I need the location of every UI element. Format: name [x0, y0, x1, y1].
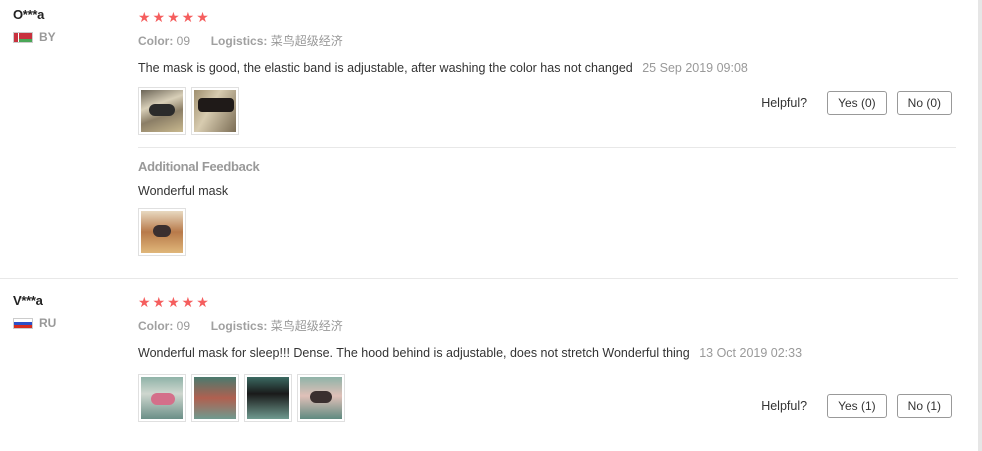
- country-code: BY: [39, 30, 56, 44]
- review-date: 25 Sep 2019 09:08: [642, 61, 748, 75]
- reviewer-name: V***a: [13, 293, 43, 308]
- russia-flag-icon: [13, 317, 33, 329]
- additional-feedback-title: Additional Feedback: [138, 159, 260, 174]
- color-label: Color:: [138, 34, 174, 48]
- logistics-label: Logistics:: [210, 34, 268, 48]
- helpful-vote: Helpful? Yes (1) No (1): [761, 394, 952, 418]
- color-label: Color:: [138, 319, 174, 333]
- review-text-block: Wonderful mask for sleep!!! Dense. The h…: [138, 344, 828, 362]
- color-value: 09: [176, 319, 191, 333]
- reviewer-country: RU: [13, 316, 123, 330]
- review-photo-thumbnail[interactable]: [191, 87, 239, 135]
- helpful-no-button[interactable]: No (0): [896, 91, 952, 115]
- helpful-label: Helpful?: [761, 96, 808, 110]
- logistics-value: 菜鸟超级经济: [270, 319, 343, 333]
- reviewer-info: V***a RU: [13, 293, 123, 330]
- helpful-yes-button[interactable]: Yes (0): [827, 91, 887, 115]
- review-content: ★★★★★ Color: 09 Logistics: 菜鸟超级经济 The ma…: [138, 8, 956, 256]
- country-code: RU: [39, 316, 57, 330]
- belarus-flag-icon: [13, 31, 33, 43]
- star-rating: ★★★★★: [138, 9, 211, 25]
- review-photo-thumbnail[interactable]: [191, 374, 239, 422]
- order-info: Color: 09 Logistics: 菜鸟超级经济: [138, 317, 956, 334]
- helpful-no-button[interactable]: No (1): [896, 394, 952, 418]
- review-photo-thumbnail[interactable]: [138, 208, 186, 256]
- review-item: V***a RU ★★★★★ Color: 09 Logistics: 菜鸟超级…: [0, 279, 958, 451]
- scrollbar[interactable]: [978, 0, 982, 451]
- reviewer-country: BY: [13, 30, 123, 44]
- additional-feedback-text: Wonderful mask: [138, 184, 229, 198]
- star-rating: ★★★★★: [138, 294, 211, 310]
- order-info: Color: 09 Logistics: 菜鸟超级经济: [138, 32, 956, 49]
- helpful-yes-button[interactable]: Yes (1): [827, 394, 887, 418]
- review-date: 13 Oct 2019 02:33: [699, 346, 803, 360]
- logistics-value: 菜鸟超级经济: [270, 34, 343, 48]
- review-text-block: The mask is good, the elastic band is ad…: [138, 59, 828, 77]
- helpful-vote: Helpful? Yes (0) No (0): [761, 91, 952, 115]
- reviewer-info: O***a BY: [13, 7, 123, 44]
- color-value: 09: [176, 34, 191, 48]
- review-photo-thumbnail[interactable]: [297, 374, 345, 422]
- logistics-label: Logistics:: [210, 319, 268, 333]
- divider: [138, 147, 956, 148]
- review-photo-thumbnail[interactable]: [244, 374, 292, 422]
- helpful-label: Helpful?: [761, 399, 808, 413]
- review-text: The mask is good, the elastic band is ad…: [138, 61, 633, 75]
- review-item: O***a BY ★★★★★ Color: 09 Logistics: 菜鸟超级…: [0, 0, 958, 279]
- review-text: Wonderful mask for sleep!!! Dense. The h…: [138, 346, 690, 360]
- review-photo-thumbnail[interactable]: [138, 87, 186, 135]
- review-photo-thumbnail[interactable]: [138, 374, 186, 422]
- additional-feedback-photos: [138, 208, 956, 256]
- reviewer-name: O***a: [13, 7, 45, 22]
